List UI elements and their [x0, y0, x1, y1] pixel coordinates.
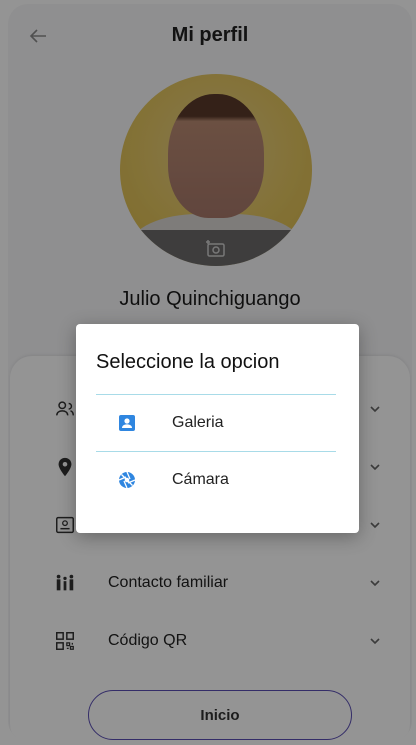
camera-aperture-icon	[118, 471, 136, 489]
dialog-title: Seleccione la opcion	[96, 351, 280, 373]
option-label: Galeria	[172, 414, 224, 431]
option-label: Cámara	[172, 471, 229, 488]
contact-card-icon	[119, 415, 135, 431]
option-camera[interactable]: Cámara	[76, 452, 359, 508]
select-option-dialog: Seleccione la opcion Galeria Cámara	[76, 324, 359, 533]
option-gallery[interactable]: Galeria	[76, 395, 359, 451]
